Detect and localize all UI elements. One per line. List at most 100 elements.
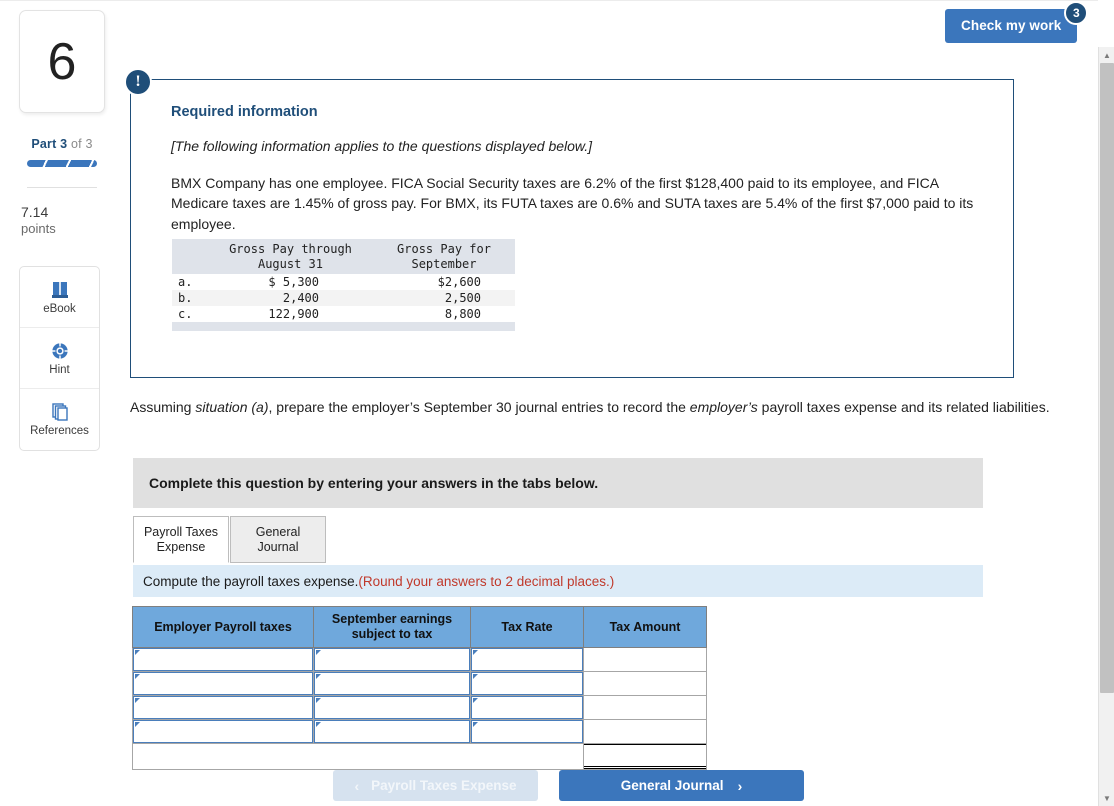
input-amount[interactable] <box>584 696 706 719</box>
tab-navigation: ‹ Payroll Taxes Expense General Journal … <box>333 770 804 801</box>
footer-cell <box>373 322 515 331</box>
instruction-bar: Complete this question by entering your … <box>133 458 983 508</box>
tool-label-ebook: eBook <box>43 302 76 315</box>
input-amount[interactable] <box>584 720 706 743</box>
grid-header-tax-amount: Tax Amount <box>583 606 707 648</box>
part-total: of 3 <box>71 137 93 151</box>
dropdown-earnings[interactable] <box>314 720 470 743</box>
prompt-italic-employer: employer’s <box>689 399 758 415</box>
book-icon <box>49 280 71 300</box>
table-row: c. 122,900 8,800 <box>172 306 515 322</box>
dropdown-earnings[interactable] <box>314 696 470 719</box>
vertical-scrollbar[interactable]: ▲ ▼ <box>1098 47 1114 806</box>
tab-payroll-taxes-expense[interactable]: Payroll Taxes Expense <box>133 516 229 563</box>
tools-card: eBook Hint References <box>19 266 100 451</box>
chevron-left-icon: ‹ <box>354 777 360 794</box>
rounding-note: (Round your answers to 2 decimal places.… <box>358 573 615 589</box>
tool-item-references[interactable]: References <box>20 389 99 450</box>
tool-item-ebook[interactable]: eBook <box>20 267 99 328</box>
tool-item-hint[interactable]: Hint <box>20 328 99 389</box>
row-label: a. <box>178 275 193 289</box>
grid-cell-amount <box>583 695 707 720</box>
grid-row <box>132 719 707 744</box>
grid-cell-employer-tax <box>132 719 314 744</box>
check-my-work-button[interactable]: Check my work <box>945 9 1078 43</box>
row-label: b. <box>172 290 208 306</box>
pages-stack-icon <box>49 402 71 422</box>
grid-cell-employer-tax <box>132 671 314 696</box>
grid-total-row <box>132 743 707 770</box>
tab-label-line1: Payroll Taxes <box>143 524 219 539</box>
exclamation-icon: ! <box>124 68 152 96</box>
grid-cell-amount <box>583 647 707 672</box>
total-amount-value <box>584 744 706 769</box>
table-header-row: Gross Pay through August 31 Gross Pay fo… <box>172 239 515 274</box>
dropdown-employer-tax[interactable] <box>133 648 313 671</box>
prompt-part-1: Assuming <box>130 399 196 415</box>
next-general-journal-button[interactable]: General Journal › <box>559 770 804 801</box>
prompt-part-2: , prepare the employer’s September 30 jo… <box>268 399 690 415</box>
prompt-part-3: payroll taxes expense and its related li… <box>757 399 1050 415</box>
scrollbar-thumb[interactable] <box>1100 63 1114 693</box>
grid-cell-employer-tax <box>132 647 314 672</box>
table-row: a. $ 5,300 $2,600 <box>172 274 515 290</box>
required-information-body: BMX Company has one employee. FICA Socia… <box>171 175 974 232</box>
gross-pay-header-blank <box>172 239 208 274</box>
required-information-box: Required information [The following info… <box>130 79 1014 378</box>
grid-cell-rate <box>470 671 584 696</box>
footer-cell <box>208 322 373 331</box>
part-progress-bar <box>27 160 97 167</box>
compute-instruction-strip: Compute the payroll taxes expense. (Roun… <box>133 565 983 597</box>
dropdown-earnings[interactable] <box>314 648 470 671</box>
check-my-work-container: Check my work 3 <box>945 1 1089 43</box>
footer-cell <box>172 322 208 331</box>
grid-cell-amount <box>583 671 707 696</box>
tab-bar: Payroll Taxes Expense General Journal <box>133 516 326 563</box>
question-number: 6 <box>47 32 77 91</box>
grid-cell-earnings <box>313 647 471 672</box>
row-through-august: $ 5,300 <box>268 275 319 289</box>
dropdown-rate[interactable] <box>471 672 583 695</box>
rail-divider <box>27 187 97 188</box>
grid-header-row: Employer Payroll taxes September earning… <box>132 606 707 648</box>
grid-row <box>132 671 707 696</box>
input-amount[interactable] <box>584 672 706 695</box>
tab-general-journal[interactable]: General Journal <box>230 516 326 563</box>
points-value: 7.14 <box>21 204 49 220</box>
payroll-taxes-answer-grid: Employer Payroll taxes September earning… <box>132 606 707 770</box>
chevron-right-icon: › <box>737 777 743 794</box>
table-footer-row <box>172 322 515 331</box>
gross-pay-table: Gross Pay through August 31 Gross Pay fo… <box>172 239 515 331</box>
row-september: $2,600 <box>437 275 481 289</box>
grid-cell-amount <box>583 719 707 744</box>
row-september: 8,800 <box>444 307 481 321</box>
dropdown-rate[interactable] <box>471 696 583 719</box>
dropdown-earnings[interactable] <box>314 672 470 695</box>
input-amount[interactable] <box>584 648 706 671</box>
tool-label-hint: Hint <box>49 363 70 376</box>
grid-cell-rate <box>470 719 584 744</box>
tab-label-line2: Journal <box>257 539 299 554</box>
points-label: points <box>21 221 56 236</box>
grid-cell-rate <box>470 647 584 672</box>
dropdown-employer-tax[interactable] <box>133 696 313 719</box>
row-label: c. <box>178 307 193 321</box>
scroll-down-icon[interactable]: ▼ <box>1099 790 1114 806</box>
part-prefix: Part <box>31 137 57 151</box>
grid-header-september-earnings: September earnings subject to tax <box>313 606 471 648</box>
grid-header-tax-rate: Tax Rate <box>470 606 584 648</box>
gross-pay-header-september: Gross Pay for September <box>373 239 515 274</box>
dropdown-employer-tax[interactable] <box>133 672 313 695</box>
dropdown-employer-tax[interactable] <box>133 720 313 743</box>
prev-payroll-taxes-expense-button[interactable]: ‹ Payroll Taxes Expense <box>333 770 538 801</box>
grid-row <box>132 647 707 672</box>
grid-cell-employer-tax <box>132 695 314 720</box>
prev-button-label: Payroll Taxes Expense <box>371 778 517 793</box>
grid-cell-rate <box>470 695 584 720</box>
left-rail: 6 Part 3 of 3 7.14 points eBook Hint Ref… <box>19 10 105 451</box>
grid-cell-earnings <box>313 695 471 720</box>
dropdown-rate[interactable] <box>471 648 583 671</box>
dropdown-rate[interactable] <box>471 720 583 743</box>
scroll-up-icon[interactable]: ▲ <box>1099 47 1114 63</box>
tab-label-line2: Expense <box>156 539 206 554</box>
